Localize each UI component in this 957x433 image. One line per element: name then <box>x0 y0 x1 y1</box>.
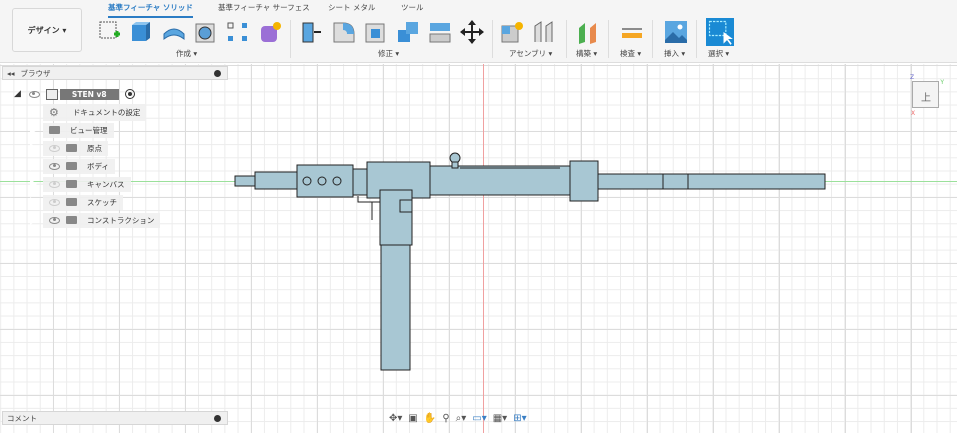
pattern-icon[interactable] <box>226 20 250 44</box>
tab-sheet-metal[interactable]: シート メタル <box>328 2 375 16</box>
fillet-icon[interactable] <box>332 20 356 44</box>
press-pull-icon[interactable] <box>300 20 324 44</box>
separator <box>608 20 609 58</box>
visibility-eye-icon[interactable] <box>28 90 40 98</box>
folder-icon <box>66 162 77 170</box>
expand-triangle-icon[interactable] <box>29 160 37 172</box>
comments-panel-header[interactable]: コメント <box>2 411 228 425</box>
assemble-menu[interactable]: アセンブリ ▾ <box>509 48 552 59</box>
revolve-icon[interactable] <box>162 20 186 44</box>
insert-image-icon[interactable] <box>664 20 688 44</box>
expand-triangle-icon[interactable] <box>29 142 37 154</box>
browser-item-construction[interactable]: コンストラクション <box>29 212 161 228</box>
browser-item-bodies[interactable]: ボディ <box>29 158 115 174</box>
extrude-icon[interactable] <box>130 20 154 44</box>
measure-icon[interactable] <box>620 20 644 44</box>
eye-hidden-icon[interactable] <box>49 144 60 152</box>
viewcube[interactable]: 上 Z Y X <box>910 74 944 117</box>
browser-root[interactable]: ◢ STEN v8 <box>14 87 135 101</box>
fit-icon[interactable]: ⌕▾ <box>456 413 467 424</box>
joint-icon[interactable] <box>532 20 556 44</box>
viewcube-face-top[interactable]: 上 <box>921 89 931 104</box>
combine-icon[interactable] <box>396 20 420 44</box>
eye-hidden-icon[interactable] <box>49 180 60 188</box>
item-label: スケッチ <box>87 197 117 207</box>
inspect-menu[interactable]: 検査 ▾ <box>620 48 641 59</box>
zoom-icon[interactable]: ⚲ <box>442 413 449 424</box>
browser-panel-header[interactable]: ◂◂ ブラウザ <box>2 66 228 80</box>
separator <box>290 20 291 58</box>
root-component-label[interactable]: STEN v8 <box>59 88 119 100</box>
modify-menu[interactable]: 修正 ▾ <box>378 48 399 59</box>
browser-item-canvases[interactable]: キャンバス <box>29 176 131 192</box>
shell-icon[interactable] <box>364 20 388 44</box>
activate-radio-icon[interactable] <box>124 89 135 99</box>
browser-item-named-views[interactable]: ビュー管理 <box>29 122 114 138</box>
folder-icon <box>66 144 77 152</box>
item-label: コンストラクション <box>87 215 155 225</box>
component-icon <box>45 88 58 100</box>
collapse-triangle-icon[interactable]: ◢ <box>14 89 21 99</box>
construct-menu[interactable]: 構築 ▾ <box>576 48 597 59</box>
expand-triangle-icon[interactable] <box>29 124 37 136</box>
separator <box>652 20 653 58</box>
item-label: ボディ <box>87 161 109 171</box>
browser-item-sketches[interactable]: スケッチ <box>29 194 123 210</box>
visibility-eye-icon[interactable] <box>49 162 60 170</box>
gear-icon: ⚙ <box>49 105 59 119</box>
item-label: ビュー管理 <box>70 125 108 135</box>
comments-title: コメント <box>7 413 37 423</box>
expand-triangle-icon[interactable] <box>29 106 37 118</box>
grid-settings-icon[interactable]: ▦▾ <box>493 413 507 424</box>
browser-title: ブラウザ <box>20 68 51 78</box>
separator <box>696 20 697 58</box>
look-at-icon[interactable]: ▣ <box>408 413 417 424</box>
separator <box>566 20 567 58</box>
panel-toggle-icon[interactable] <box>214 70 221 77</box>
viewcube-z-label: Z <box>910 74 915 81</box>
browser-item-document-settings[interactable]: ⚙ ドキュメントの設定 <box>29 103 147 121</box>
tab-tools[interactable]: ツール <box>401 2 424 16</box>
select-menu[interactable]: 選択 ▾ <box>708 48 729 59</box>
item-label: ドキュメントの設定 <box>72 107 141 117</box>
expand-triangle-icon[interactable] <box>29 214 37 226</box>
pan-hand-icon[interactable]: ✋ <box>424 413 436 424</box>
form-icon[interactable] <box>258 20 282 44</box>
browser-item-origin[interactable]: 原点 <box>29 140 108 156</box>
item-label: キャンバス <box>87 179 125 189</box>
viewcube-y-label: Y <box>940 79 944 86</box>
toolbar: デザイン ▾ 基準フィーチャ ソリッド 基準フィーチャ サーフェス シート メタ… <box>0 0 957 63</box>
display-settings-icon[interactable]: ▭▾ <box>472 413 486 424</box>
create-sketch-icon[interactable] <box>98 20 122 44</box>
item-label: 原点 <box>87 143 102 153</box>
panel-toggle-icon[interactable] <box>214 415 221 422</box>
create-menu[interactable]: 作成 ▾ <box>176 48 197 59</box>
collapse-icon[interactable]: ◂◂ <box>7 69 15 78</box>
folder-icon <box>49 126 60 134</box>
folder-icon <box>66 180 77 188</box>
navigation-bar: ✥▾ ▣ ✋ ⚲ ⌕▾ ▭▾ ▦▾ ⊞▾ <box>385 409 570 427</box>
offset-plane-icon[interactable] <box>576 20 600 44</box>
workspace-dropdown[interactable]: デザイン ▾ <box>12 8 82 52</box>
tab-surface[interactable]: 基準フィーチャ サーフェス <box>218 2 310 16</box>
hole-icon[interactable] <box>194 20 218 44</box>
tab-solid[interactable]: 基準フィーチャ ソリッド <box>108 2 193 18</box>
folder-icon <box>66 198 77 206</box>
eye-hidden-icon[interactable] <box>49 198 60 206</box>
expand-triangle-icon[interactable] <box>29 196 37 208</box>
move-icon[interactable] <box>460 20 484 44</box>
folder-icon <box>66 216 77 224</box>
insert-menu[interactable]: 挿入 ▾ <box>664 48 685 59</box>
visibility-eye-icon[interactable] <box>49 216 60 224</box>
viewcube-x-label: X <box>911 110 916 117</box>
separator <box>492 20 493 58</box>
select-icon[interactable] <box>706 18 734 46</box>
viewports-icon[interactable]: ⊞▾ <box>513 413 526 424</box>
orbit-icon[interactable]: ✥▾ <box>389 413 402 424</box>
expand-triangle-icon[interactable] <box>29 178 37 190</box>
split-body-icon[interactable] <box>428 20 452 44</box>
new-component-icon[interactable] <box>500 20 524 44</box>
